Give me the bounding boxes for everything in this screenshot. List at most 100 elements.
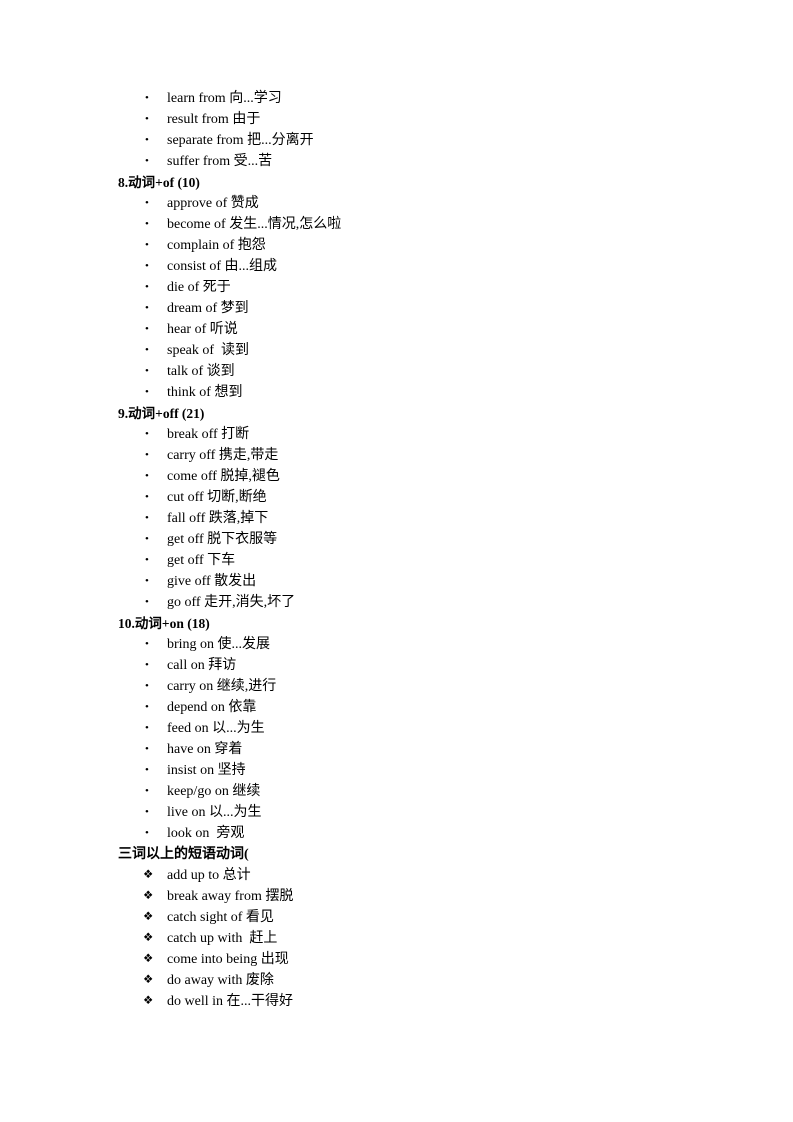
list-item: • get off 下车 — [118, 550, 697, 571]
list-item: • look on 旁观 — [118, 823, 697, 844]
dot-bullet-icon: • — [145, 638, 149, 650]
list-item: • separate from 把...分离开 — [118, 130, 697, 151]
list-item: • complain of 抱怨 — [118, 235, 697, 256]
phrase-entry: suffer from 受...苦 — [167, 154, 273, 169]
dot-bullet-icon: • — [145, 491, 149, 503]
dot-bullet-icon: • — [145, 155, 149, 167]
dot-bullet-icon: • — [145, 386, 149, 398]
phrase-list-from-tail: • learn from 向...学习 • result from 由于 • separa… — [118, 88, 697, 172]
dot-bullet-icon: • — [145, 113, 149, 125]
dot-bullet-icon: • — [145, 470, 149, 482]
dot-bullet-icon: • — [145, 281, 149, 293]
list-item: • approve of 赞成 — [118, 193, 697, 214]
dot-bullet-icon: • — [145, 827, 149, 839]
list-item: ❖ add up to 总计 — [118, 865, 697, 886]
dot-bullet-icon: • — [145, 428, 149, 440]
phrase-entry: complain of 抱怨 — [167, 238, 266, 253]
phrase-entry: live on 以...为生 — [167, 805, 262, 820]
phrase-entry: cut off 切断,断绝 — [167, 490, 267, 505]
dot-bullet-icon: • — [145, 785, 149, 797]
list-item: • get off 脱下衣服等 — [118, 529, 697, 550]
phrase-entry: come off 脱掉,褪色 — [167, 469, 280, 484]
dot-bullet-icon: • — [145, 218, 149, 230]
list-item: • live on 以...为生 — [118, 802, 697, 823]
document-page: • learn from 向...学习 • result from 由于 • separa… — [0, 0, 793, 1122]
list-item: • depend on 依靠 — [118, 697, 697, 718]
diamond-bullet-icon: ❖ — [143, 869, 154, 881]
list-item: • fall off 跌落,掉下 — [118, 508, 697, 529]
section-heading-verb-of: 8.动词+of (10) — [118, 175, 200, 190]
list-item: ❖ come into being 出现 — [118, 949, 697, 970]
list-item: • call on 拜访 — [118, 655, 697, 676]
phrase-entry: result from 由于 — [167, 112, 261, 127]
dot-bullet-icon: • — [145, 701, 149, 713]
phrase-list-verb-of: • approve of 赞成 • become of 发生...情况,怎么啦 • com… — [118, 193, 697, 403]
phrase-entry: dream of 梦到 — [167, 301, 249, 316]
dot-bullet-icon: • — [145, 533, 149, 545]
phrase-entry: carry off 携走,带走 — [167, 448, 279, 463]
phrase-list-verb-off: • break off 打断 • carry off 携走,带走 • come off 脱… — [118, 424, 697, 613]
list-item: • give off 散发出 — [118, 571, 697, 592]
phrase-entry: have on 穿着 — [167, 742, 243, 757]
phrase-entry: go off 走开,消失,坏了 — [167, 595, 296, 610]
phrase-entry: call on 拜访 — [167, 658, 237, 673]
diamond-bullet-icon: ❖ — [143, 995, 154, 1007]
list-item: • feed on 以...为生 — [118, 718, 697, 739]
diamond-bullet-icon: ❖ — [143, 953, 154, 965]
phrase-entry: consist of 由...组成 — [167, 259, 278, 274]
phrase-entry: break off 打断 — [167, 427, 250, 442]
phrase-entry: come into being 出现 — [167, 952, 289, 967]
phrase-entry: depend on 依靠 — [167, 700, 257, 715]
phrase-entry: fall off 跌落,掉下 — [167, 511, 269, 526]
diamond-bullet-icon: ❖ — [143, 890, 154, 902]
phrase-list-verb-on: • bring on 使...发展 • call on 拜访 • carry on 继续,… — [118, 634, 697, 844]
list-item: • have on 穿着 — [118, 739, 697, 760]
list-item: • dream of 梦到 — [118, 298, 697, 319]
list-item: • talk of 谈到 — [118, 361, 697, 382]
list-item: • consist of 由...组成 — [118, 256, 697, 277]
list-item: • go off 走开,消失,坏了 — [118, 592, 697, 613]
phrase-entry: bring on 使...发展 — [167, 637, 271, 652]
phrase-entry: speak of 读到 — [167, 343, 250, 358]
list-item: • become of 发生...情况,怎么啦 — [118, 214, 697, 235]
dot-bullet-icon: • — [145, 554, 149, 566]
list-item: • bring on 使...发展 — [118, 634, 697, 655]
diamond-bullet-icon: ❖ — [143, 932, 154, 944]
dot-bullet-icon: • — [145, 197, 149, 209]
dot-bullet-icon: • — [145, 659, 149, 671]
list-item: • think of 想到 — [118, 382, 697, 403]
phrase-entry: hear of 听说 — [167, 322, 238, 337]
phrase-entry: think of 想到 — [167, 385, 243, 400]
list-item: • result from 由于 — [118, 109, 697, 130]
phrase-entry: keep/go on 继续 — [167, 784, 261, 799]
dot-bullet-icon: • — [145, 722, 149, 734]
phrase-entry: die of 死于 — [167, 280, 231, 295]
list-item: • die of 死于 — [118, 277, 697, 298]
phrase-list-multi-word-phrasal: ❖ add up to 总计 ❖ break away from 摆脱 ❖ catch s… — [118, 865, 697, 1012]
list-item: • come off 脱掉,褪色 — [118, 466, 697, 487]
list-item: ❖ catch sight of 看见 — [118, 907, 697, 928]
dot-bullet-icon: • — [145, 764, 149, 776]
dot-bullet-icon: • — [145, 134, 149, 146]
dot-bullet-icon: • — [145, 92, 149, 104]
dot-bullet-icon: • — [145, 512, 149, 524]
dot-bullet-icon: • — [145, 302, 149, 314]
phrase-entry: give off 散发出 — [167, 574, 257, 589]
dot-bullet-icon: • — [145, 239, 149, 251]
document-body: • learn from 向...学习 • result from 由于 • separa… — [118, 88, 697, 1012]
phrase-entry: approve of 赞成 — [167, 196, 259, 211]
dot-bullet-icon: • — [145, 596, 149, 608]
list-item: • keep/go on 继续 — [118, 781, 697, 802]
section-heading-verb-off: 9.动词+off (21) — [118, 406, 205, 421]
list-item: ❖ break away from 摆脱 — [118, 886, 697, 907]
dot-bullet-icon: • — [145, 323, 149, 335]
list-item: • carry on 继续,进行 — [118, 676, 697, 697]
dot-bullet-icon: • — [145, 575, 149, 587]
dot-bullet-icon: • — [145, 260, 149, 272]
phrase-entry: do away with 废除 — [167, 973, 274, 988]
list-item: • speak of 读到 — [118, 340, 697, 361]
phrase-entry: catch sight of 看见 — [167, 910, 274, 925]
list-item: ❖ catch up with 赶上 — [118, 928, 697, 949]
diamond-bullet-icon: ❖ — [143, 911, 154, 923]
dot-bullet-icon: • — [145, 806, 149, 818]
